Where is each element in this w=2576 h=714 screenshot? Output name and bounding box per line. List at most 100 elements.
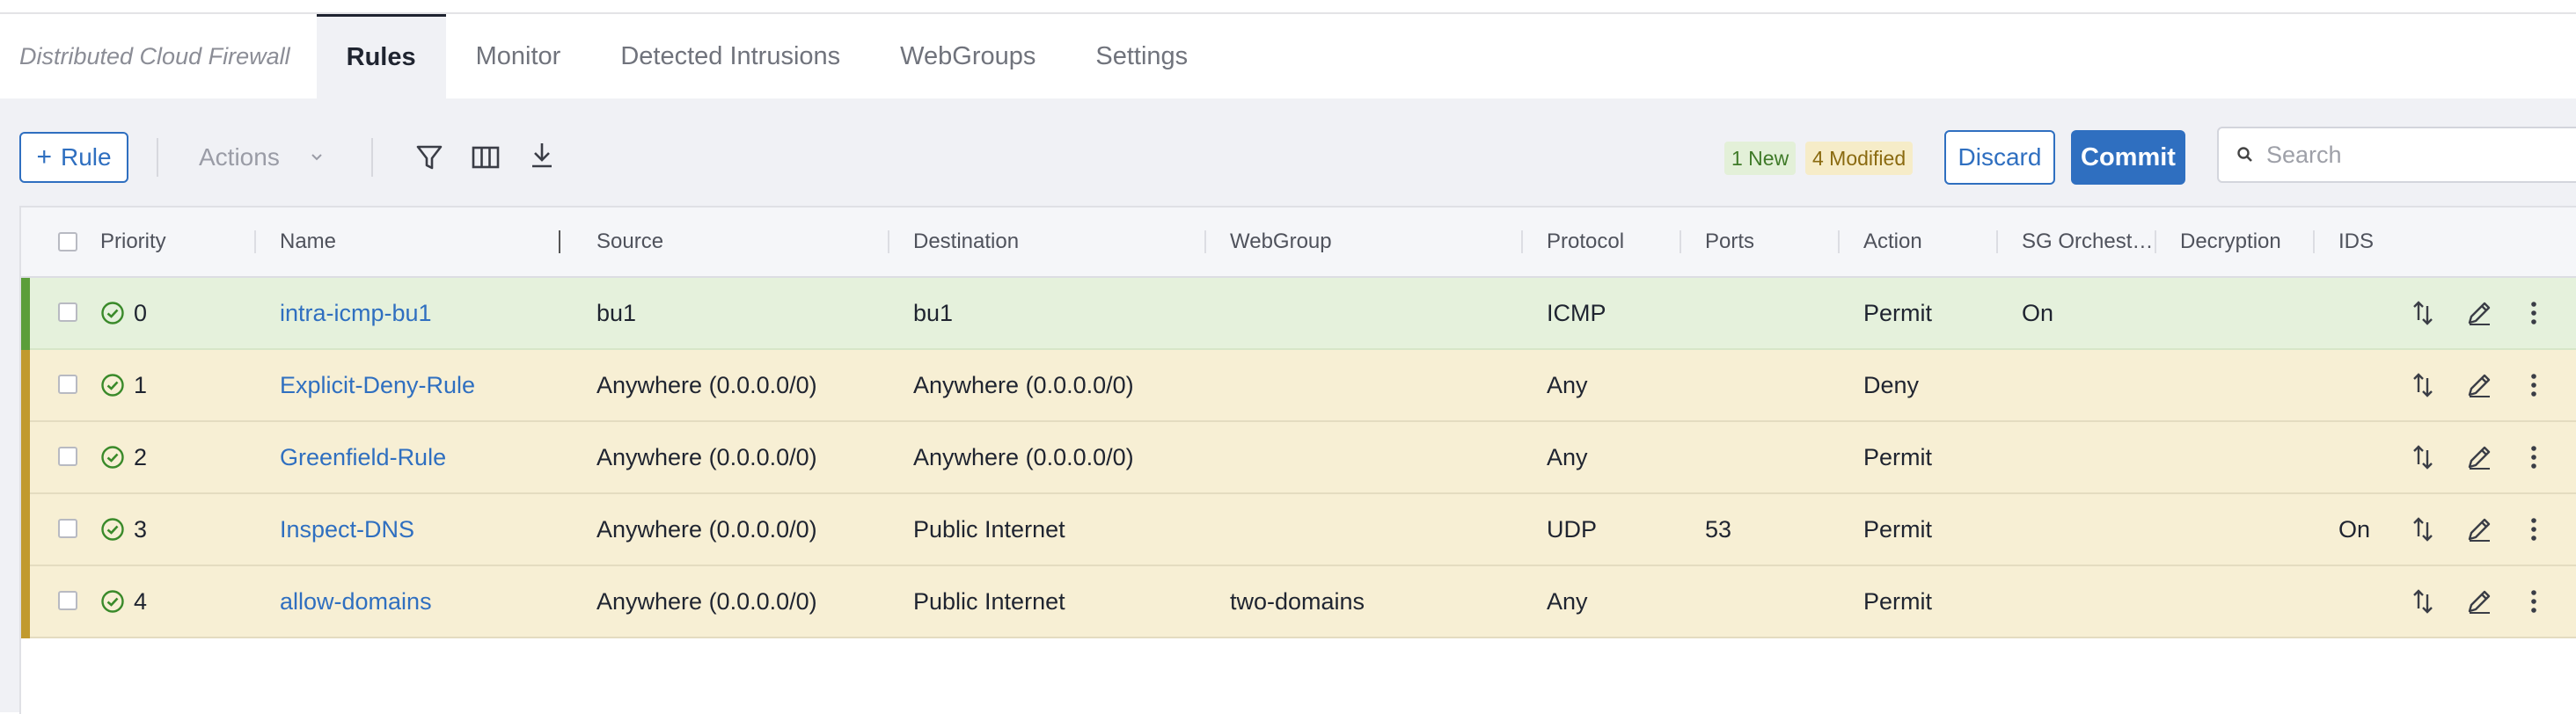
column-header-priority[interactable]: Priority	[100, 208, 166, 276]
column-divider	[2313, 230, 2315, 253]
tab-bar: Distributed Cloud Firewall Rules Monitor…	[0, 14, 2576, 98]
edit-pencil-icon[interactable]	[2462, 440, 2497, 475]
search-icon	[2236, 146, 2254, 164]
search-box[interactable]	[2217, 127, 2576, 183]
rule-source: Anywhere (0.0.0.0/0)	[596, 587, 817, 615]
edit-pencil-icon[interactable]	[2462, 368, 2497, 403]
column-divider	[1838, 230, 1840, 253]
reorder-icon[interactable]	[2405, 440, 2441, 475]
row-checkbox[interactable]	[58, 591, 77, 610]
rule-action: Permit	[1863, 299, 1933, 326]
tab-monitor[interactable]: Monitor	[446, 14, 591, 98]
column-header-action[interactable]: Action	[1863, 208, 1922, 276]
tab-settings[interactable]: Settings	[1065, 14, 1218, 98]
reorder-icon[interactable]	[2405, 295, 2441, 331]
table-row[interactable]: 0 intra-icmp-bu1 bu1 bu1 ICMP Permit On	[21, 278, 2576, 350]
more-vertical-icon[interactable]	[2516, 584, 2551, 619]
column-header-decryption[interactable]: Decryption	[2180, 208, 2281, 276]
status-check-icon	[100, 517, 125, 542]
filter-icon[interactable]	[412, 140, 447, 175]
rule-destination: Anywhere (0.0.0.0/0)	[913, 443, 1134, 470]
rule-destination: bu1	[913, 299, 954, 326]
rule-destination: Public Internet	[913, 587, 1065, 615]
table-row[interactable]: 4 allow-domains Anywhere (0.0.0.0/0) Pub…	[21, 566, 2576, 638]
row-checkbox[interactable]	[58, 519, 77, 538]
rule-action: Deny	[1863, 371, 1920, 398]
rule-action: Permit	[1863, 443, 1933, 470]
rule-sg-orchestration: On	[2022, 299, 2054, 326]
modified-count-badge: 4 Modified	[1805, 142, 1914, 175]
edit-pencil-icon[interactable]	[2462, 295, 2497, 331]
tab-rules[interactable]: Rules	[316, 14, 446, 98]
column-header-protocol[interactable]: Protocol	[1547, 208, 1624, 276]
discard-button[interactable]: Discard	[1944, 130, 2055, 185]
rule-name-link[interactable]: allow-domains	[280, 566, 432, 637]
column-header-sg-orchestration[interactable]: SG Orchest…	[2022, 208, 2153, 276]
rule-priority: 1	[134, 371, 148, 398]
rule-action: Permit	[1863, 515, 1933, 543]
edit-pencil-icon[interactable]	[2462, 584, 2497, 619]
rule-protocol: Any	[1547, 587, 1588, 615]
row-state-indicator	[21, 422, 30, 494]
rule-source: Anywhere (0.0.0.0/0)	[596, 515, 817, 543]
actions-dropdown[interactable]: Actions	[199, 132, 324, 183]
download-icon[interactable]	[524, 138, 560, 173]
rule-name-link[interactable]: Explicit-Deny-Rule	[280, 350, 475, 420]
rule-priority: 4	[134, 587, 148, 615]
column-header-name[interactable]: Name	[280, 208, 336, 276]
row-state-indicator	[21, 494, 30, 566]
table-row[interactable]: 3 Inspect-DNS Anywhere (0.0.0.0/0) Publi…	[21, 494, 2576, 566]
rule-action: Permit	[1863, 587, 1933, 615]
more-vertical-icon[interactable]	[2516, 440, 2551, 475]
add-rule-label: Rule	[60, 143, 112, 171]
rule-destination: Anywhere (0.0.0.0/0)	[913, 371, 1134, 398]
rule-destination: Public Internet	[913, 515, 1065, 543]
more-vertical-icon[interactable]	[2516, 512, 2551, 547]
tab-detected-intrusions[interactable]: Detected Intrusions	[590, 14, 870, 98]
plus-icon: +	[36, 142, 52, 171]
toolbar-divider	[157, 138, 158, 177]
toolbar: + Rule Actions 1 New 4 Modified Discard …	[0, 123, 2576, 193]
reorder-icon[interactable]	[2405, 584, 2441, 619]
add-rule-button[interactable]: + Rule	[19, 132, 128, 183]
rule-protocol: Any	[1547, 443, 1588, 470]
column-divider	[1204, 230, 1206, 253]
column-header-destination[interactable]: Destination	[913, 208, 1019, 276]
column-resize-handle[interactable]	[559, 230, 560, 253]
status-check-icon	[100, 445, 125, 470]
column-header-source[interactable]: Source	[596, 208, 663, 276]
tab-webgroups[interactable]: WebGroups	[870, 14, 1065, 98]
rule-name-link[interactable]: Inspect-DNS	[280, 494, 414, 565]
reorder-icon[interactable]	[2405, 368, 2441, 403]
table-row[interactable]: 2 Greenfield-Rule Anywhere (0.0.0.0/0) A…	[21, 422, 2576, 494]
reorder-icon[interactable]	[2405, 512, 2441, 547]
table-row[interactable]: 1 Explicit-Deny-Rule Anywhere (0.0.0.0/0…	[21, 350, 2576, 422]
status-check-icon	[100, 373, 125, 397]
more-vertical-icon[interactable]	[2516, 295, 2551, 331]
column-header-ids[interactable]: IDS	[2338, 208, 2374, 276]
row-checkbox[interactable]	[58, 302, 77, 322]
rule-name-link[interactable]: intra-icmp-bu1	[280, 278, 432, 348]
toolbar-divider	[371, 138, 373, 177]
search-input[interactable]	[2265, 140, 2567, 170]
row-state-indicator	[21, 278, 30, 350]
row-checkbox[interactable]	[58, 447, 77, 466]
rules-table: Priority Name Source Destination WebGrou…	[19, 206, 2576, 714]
row-state-indicator	[21, 350, 30, 422]
chevron-down-icon	[310, 152, 324, 163]
columns-icon[interactable]	[468, 140, 503, 175]
column-header-ports[interactable]: Ports	[1705, 208, 1754, 276]
column-divider	[1680, 230, 1681, 253]
table-header: Priority Name Source Destination WebGrou…	[21, 208, 2576, 278]
column-divider	[1521, 230, 1523, 253]
row-checkbox[interactable]	[58, 375, 77, 394]
select-all-checkbox[interactable]	[58, 232, 77, 251]
rule-name-link[interactable]: Greenfield-Rule	[280, 422, 446, 492]
more-vertical-icon[interactable]	[2516, 368, 2551, 403]
column-divider	[254, 230, 256, 253]
edit-pencil-icon[interactable]	[2462, 512, 2497, 547]
commit-button[interactable]: Commit	[2071, 130, 2185, 185]
app-title: Distributed Cloud Firewall	[19, 42, 290, 69]
status-check-icon	[100, 589, 125, 614]
column-header-webgroup[interactable]: WebGroup	[1230, 208, 1332, 276]
